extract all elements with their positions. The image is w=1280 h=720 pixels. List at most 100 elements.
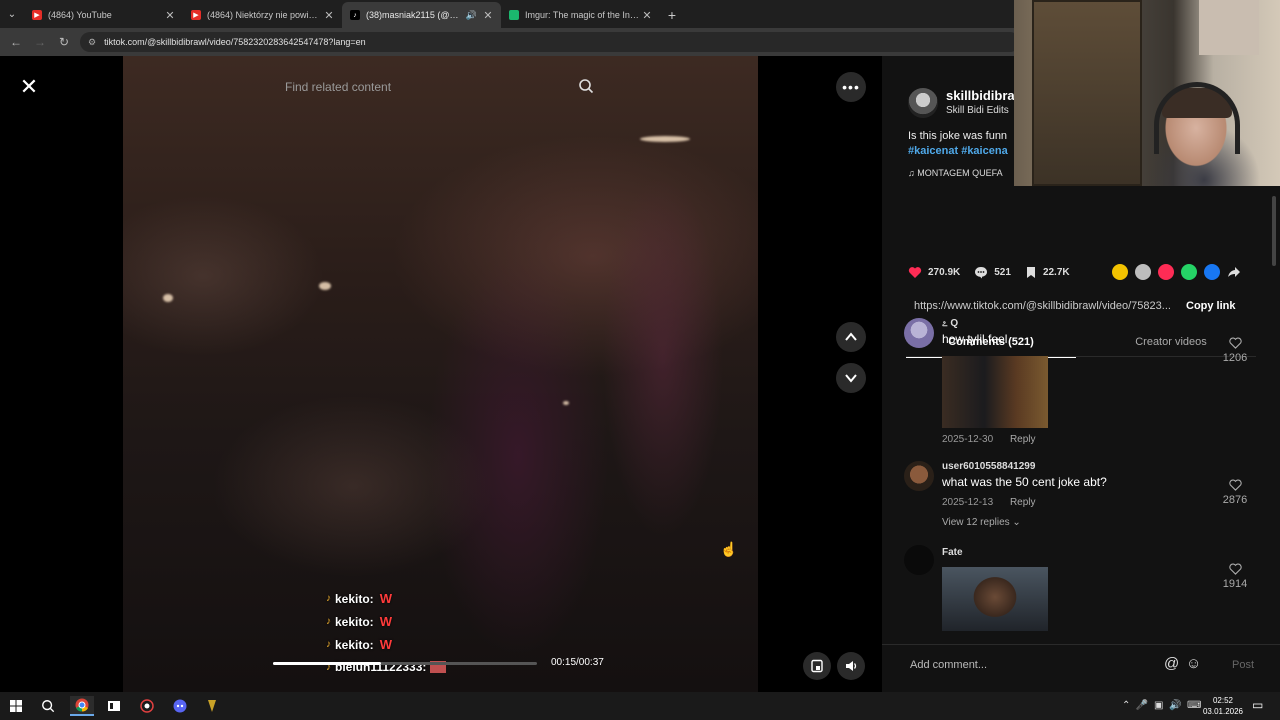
commenter-avatar[interactable]	[904, 545, 934, 575]
chat-text: W	[379, 591, 392, 606]
reply-button[interactable]: Reply	[1010, 497, 1036, 508]
address-bar[interactable]: ⚙ tiktok.com/@skillbidibrawl/video/75823…	[80, 32, 1020, 52]
tab-close-icon[interactable]: ✕	[640, 9, 654, 22]
comment-button[interactable]: 521	[974, 266, 1011, 279]
comment-like-button[interactable]: 1206	[1220, 337, 1250, 364]
chat-message: ♪ kekito: W	[326, 637, 392, 652]
hashtags[interactable]: #kaicenat #kaicena	[908, 145, 1008, 157]
comments-scrollbar[interactable]	[1272, 196, 1276, 266]
direct-share-icon[interactable]	[1158, 264, 1174, 280]
app-icon[interactable]	[137, 696, 157, 716]
taskbar-clock[interactable]: 02:52 03.01.2026	[1200, 695, 1246, 717]
author-name[interactable]: skillbidibra	[946, 88, 1015, 103]
video-area: ✕ Find related content ••• ♪ kekito: W ♪ kek…	[0, 56, 882, 692]
browser-tab[interactable]: ▶ (4864) YouTube ✕	[24, 2, 183, 28]
comment-date: 2025-12-30	[942, 434, 994, 445]
ceiling-light	[163, 294, 173, 302]
comment-like-count: 1914	[1222, 578, 1248, 590]
back-button[interactable]: ←	[4, 35, 28, 49]
browser-tab[interactable]: ♪ (38)masniak2115 (@masnia🔊 ✕	[342, 2, 501, 28]
commenter-avatar[interactable]	[904, 461, 934, 491]
comment-text: how tylil feel	[942, 332, 1008, 346]
tab-favicon-icon	[509, 10, 519, 20]
search-icon[interactable]	[38, 696, 58, 716]
notification-icon[interactable]: ▭	[1252, 698, 1263, 712]
comment-like-count: 1206	[1222, 352, 1248, 364]
more-options-button[interactable]: •••	[836, 72, 866, 102]
save-button[interactable]: 22.7K	[1025, 266, 1070, 279]
next-video-button[interactable]	[836, 363, 866, 393]
floating-player-button[interactable]	[803, 652, 831, 680]
commenter-avatar[interactable]	[904, 318, 934, 348]
more-share-arrow-icon[interactable]	[1227, 264, 1241, 280]
embed-share-icon[interactable]	[1112, 264, 1128, 280]
like-button[interactable]: 270.9K	[908, 266, 960, 279]
volume-button[interactable]	[837, 652, 865, 680]
like-count: 270.9K	[928, 266, 961, 278]
author-avatar[interactable]	[908, 88, 938, 118]
ceiling-light	[640, 136, 690, 142]
comment-username[interactable]: ೭ Q	[942, 318, 958, 329]
music-title[interactable]: ♫ MONTAGEM QUEFA	[908, 168, 1003, 178]
close-video-button[interactable]: ✕	[17, 75, 41, 99]
reload-button[interactable]: ↻	[52, 35, 76, 49]
tab-close-icon[interactable]: ✕	[163, 9, 177, 22]
comment-like-button[interactable]: 2876	[1220, 479, 1250, 506]
previous-video-button[interactable]	[836, 322, 866, 352]
comment-meta: 2025-12-13 Reply	[942, 497, 1036, 508]
author-nickname: Skill Bidi Edits	[946, 105, 1009, 116]
new-tab-button[interactable]: +	[660, 2, 684, 28]
comment-username[interactable]: Fate	[942, 547, 963, 558]
facebook-share-icon[interactable]	[1204, 264, 1220, 280]
comment-username[interactable]: user6010558841299	[942, 461, 1035, 472]
heart-icon	[908, 266, 922, 278]
reply-button[interactable]: Reply	[1010, 434, 1036, 445]
video-player[interactable]	[123, 56, 758, 692]
search-icon[interactable]	[578, 78, 594, 94]
comment-count: 521	[994, 266, 1011, 278]
comment-item: ೭ Q how tylil feel 2025-12-30 Reply 1206	[904, 318, 1254, 448]
forward-button[interactable]: →	[28, 35, 52, 49]
copy-link-button[interactable]: Copy link	[1186, 300, 1236, 312]
comment-date: 2025-12-13	[942, 497, 994, 508]
chrome-icon[interactable]	[70, 696, 94, 716]
comment-like-button[interactable]: 1914	[1220, 563, 1250, 590]
tab-search-button[interactable]: ⌄	[0, 0, 24, 28]
related-search-input[interactable]: Find related content	[270, 74, 606, 100]
whatsapp-share-icon[interactable]	[1181, 264, 1197, 280]
browser-tab[interactable]: Imgur: The magic of the Interne ✕	[501, 2, 660, 28]
save-count: 22.7K	[1042, 266, 1070, 278]
emoji-icon[interactable]: ☺	[1186, 655, 1201, 672]
add-comment-input[interactable]: Add comment...	[910, 659, 987, 671]
discord-icon[interactable]	[170, 696, 190, 716]
video-time: 00:15/00:37	[551, 657, 604, 668]
comment-meta: 2025-12-30 Reply	[942, 434, 1036, 445]
tab-audio-icon[interactable]: 🔊	[466, 10, 477, 21]
tab-close-icon[interactable]: ✕	[322, 9, 336, 22]
chat-username: kekito:	[335, 637, 374, 652]
friends-share-icon[interactable]	[1135, 264, 1151, 280]
comment-gif-image[interactable]	[942, 567, 1048, 631]
chat-message: ♪ kekito: W	[326, 591, 392, 606]
video-progress-bar[interactable]	[273, 662, 537, 665]
hand-cursor-icon: ☝	[720, 541, 738, 557]
system-tray[interactable]: ⌃ 🎤 ▣ 🔊 ⌨	[1122, 700, 1201, 711]
tab-close-icon[interactable]: ✕	[481, 9, 495, 22]
heart-outline-icon	[1228, 337, 1242, 349]
site-info-icon[interactable]: ⚙	[88, 37, 96, 48]
comment-icon	[975, 266, 988, 278]
view-replies-button[interactable]: View 12 replies ⌄	[942, 517, 1021, 528]
chevron-down-icon: ⌄	[1012, 517, 1021, 528]
chevron-up-icon	[845, 332, 857, 341]
file-explorer-icon[interactable]	[104, 696, 124, 716]
progress-fill	[273, 662, 382, 665]
windows-start-icon[interactable]	[6, 696, 26, 716]
clock-date: 03.01.2026	[1202, 707, 1244, 716]
app-icon[interactable]	[202, 696, 222, 716]
post-comment-button[interactable]: Post	[1232, 659, 1254, 671]
mention-icon[interactable]: @	[1164, 655, 1179, 672]
tab-favicon-icon: ▶	[191, 10, 201, 20]
search-placeholder: Find related content	[285, 80, 392, 94]
comment-gif-image[interactable]	[942, 356, 1048, 428]
browser-tab[interactable]: ▶ (4864) Niektórzy nie powinni m ✕	[183, 2, 342, 28]
